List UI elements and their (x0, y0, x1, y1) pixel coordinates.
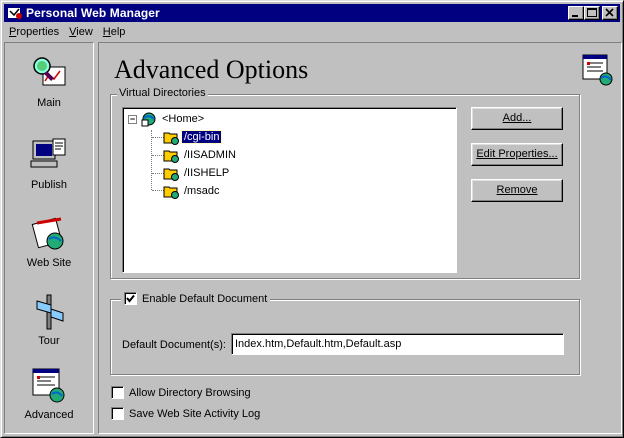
app-icon[interactable] (7, 6, 23, 20)
allow-directory-browsing-label: Allow Directory Browsing (129, 386, 251, 399)
main-pane: Advanced Options Virtual Directories − <… (98, 42, 622, 434)
tree-node-msadc[interactable]: /msadc (163, 183, 221, 199)
enable-default-document-box[interactable] (124, 292, 137, 305)
sidebar-item-tour[interactable]: Tour (5, 291, 93, 347)
page-title: Advanced Options (114, 55, 309, 84)
tree-node-iisadmin[interactable]: /IISADMIN (163, 147, 238, 163)
tree-label-cgi-bin: /cgi-bin (180, 130, 223, 144)
sidebar-label-publish: Publish (30, 179, 68, 191)
sidebar-item-advanced[interactable]: Advanced (5, 365, 93, 421)
menu-bar: Properties View Help (4, 23, 620, 41)
tree-root-label: <Home> (162, 113, 205, 125)
edit-properties-button[interactable]: Edit Properties... (471, 143, 563, 166)
checkmark-icon (126, 294, 135, 303)
publish-computer-icon (30, 138, 66, 168)
enable-default-document-label: Enable Default Document (142, 292, 268, 305)
menu-properties[interactable]: Properties (4, 26, 64, 38)
sidebar-item-web-site[interactable]: Web Site (5, 213, 93, 269)
add-button[interactable]: Add... (471, 107, 563, 130)
default-document-group: Enable Default Document Default Document… (110, 292, 580, 375)
sidebar-item-main[interactable]: Main (5, 53, 93, 109)
tree-label-msadc: /msadc (184, 185, 220, 197)
default-documents-label: Default Document(s): (122, 339, 226, 351)
tree-root-node[interactable]: <Home> (141, 111, 206, 127)
allow-directory-browsing-checkbox[interactable]: Allow Directory Browsing (111, 386, 251, 399)
virtual-directories-group: Virtual Directories − <Home> /cgi-bin /I… (110, 87, 580, 279)
advanced-settings-icon (32, 368, 65, 403)
minimize-button[interactable] (568, 6, 584, 20)
web-folder-icon (163, 150, 179, 163)
title-bar[interactable]: Personal Web Manager (4, 4, 620, 22)
sidebar-label-tour: Tour (38, 335, 60, 347)
tree-label-iishelp: /IISHELP (184, 167, 230, 179)
close-button[interactable] (602, 6, 618, 20)
web-folder-icon (163, 132, 179, 145)
tree-node-cgi-bin[interactable]: /cgi-bin (163, 129, 223, 145)
menu-help[interactable]: Help (98, 26, 131, 38)
web-folder-icon (163, 186, 179, 199)
menu-view[interactable]: View (64, 26, 98, 38)
advanced-settings-icon (582, 54, 613, 86)
save-activity-log-box[interactable] (111, 407, 124, 420)
directory-tree[interactable]: − <Home> /cgi-bin /IISADMIN /IISHELP /ms… (122, 107, 457, 273)
main-magnifier-chart-icon (33, 57, 66, 86)
maximize-button[interactable] (584, 6, 600, 20)
web-site-icon (31, 217, 64, 250)
tree-collapse-toggle[interactable]: − (128, 115, 137, 124)
sidebar-label-main: Main (37, 97, 61, 109)
remove-button[interactable]: Remove (471, 179, 563, 202)
virtual-directories-caption: Virtual Directories (117, 87, 208, 99)
save-activity-log-checkbox[interactable]: Save Web Site Activity Log (111, 407, 260, 420)
sidebar-item-publish[interactable]: Publish (5, 135, 93, 191)
enable-default-document-checkbox[interactable]: Enable Default Document (121, 292, 271, 305)
web-folder-icon (163, 168, 179, 181)
tree-node-iishelp[interactable]: /IISHELP (163, 165, 231, 181)
tree-label-iisadmin: /IISADMIN (184, 149, 236, 161)
default-documents-input[interactable] (231, 333, 564, 355)
app-window: Personal Web Manager Properties View Hel… (0, 0, 624, 438)
home-globe-icon (141, 112, 156, 127)
sidebar-label-advanced: Advanced (24, 409, 74, 421)
allow-directory-browsing-box[interactable] (111, 386, 124, 399)
tour-signpost-icon (36, 294, 64, 330)
window-title: Personal Web Manager (26, 6, 160, 20)
save-activity-log-label: Save Web Site Activity Log (129, 407, 261, 420)
sidebar: Main Publish Web Site Tour Advanced (4, 42, 94, 434)
sidebar-label-web-site: Web Site (26, 257, 72, 269)
